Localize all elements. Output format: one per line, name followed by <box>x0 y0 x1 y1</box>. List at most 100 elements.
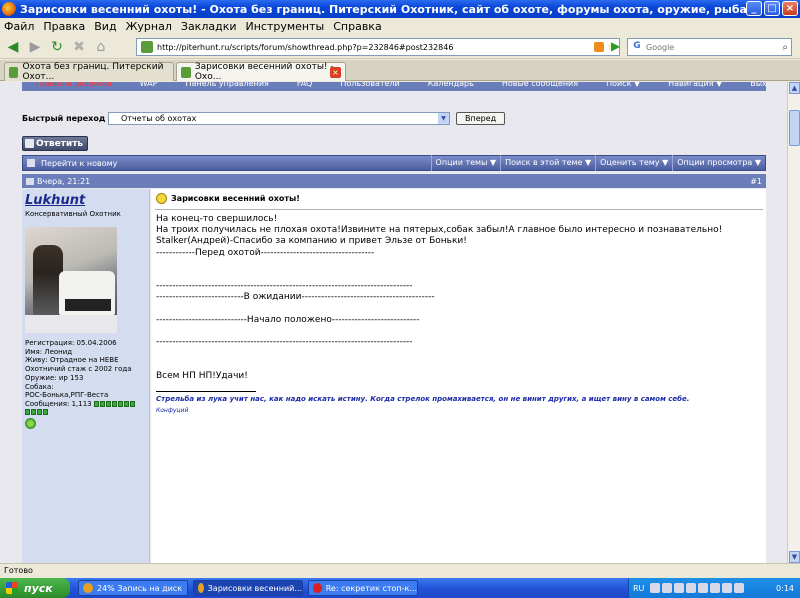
tray-icon[interactable] <box>722 583 733 593</box>
reload-icon[interactable]: ↻ <box>48 38 66 56</box>
user-details: Регистрация: 05.04.2006 Имя: Леонид Живу… <box>25 339 147 409</box>
search-icon[interactable]: ⌕ <box>782 42 788 53</box>
page-viewport: Правила форумов WAP Панель управления FA… <box>0 82 787 563</box>
chevron-down-icon[interactable]: ▼ <box>438 113 449 124</box>
signature: Стрельба из лука учит нас, как надо иска… <box>156 395 690 403</box>
post-header: Вчера, 21:21 #1 <box>22 174 766 188</box>
nav-navigation[interactable]: Навигация ▼ <box>654 82 736 91</box>
task-opera[interactable]: Re: секретик стоп-к... <box>308 580 418 596</box>
menu-file[interactable]: Файл <box>4 20 34 33</box>
quick-jump-label: Быстрый переход <box>22 114 106 123</box>
username-link[interactable]: Lukhunt <box>25 193 85 208</box>
home-icon[interactable]: ⌂ <box>92 38 110 56</box>
site-favicon-icon <box>141 41 153 53</box>
post-old-icon <box>26 177 34 185</box>
go-button[interactable]: Вперед <box>456 112 506 125</box>
tray-icon[interactable] <box>662 583 673 593</box>
forum-select-value: Отчеты об охотах <box>121 114 197 123</box>
status-bar: Готово <box>0 563 800 578</box>
user-location: Живу: Отрадное на НЕВЕ <box>25 356 119 365</box>
google-icon[interactable]: G <box>630 41 644 53</box>
rss-feed-icon[interactable] <box>594 42 605 52</box>
post-number-link[interactable]: #1 <box>750 177 762 186</box>
scroll-down-icon[interactable]: ▼ <box>789 551 800 563</box>
language-indicator[interactable]: RU <box>633 584 644 593</box>
avatar[interactable] <box>25 227 117 333</box>
forward-arrow-icon[interactable]: ▶ <box>26 38 44 56</box>
tray-icon[interactable] <box>734 583 745 593</box>
divider <box>155 209 763 210</box>
forum-select[interactable]: Отчеты об охотах ▼ <box>108 112 450 125</box>
tab-label: Зарисовки весенний охоты! - Охо... <box>194 62 334 82</box>
url-bar[interactable]: http://piterhunt.ru/scripts/forum/showth… <box>136 38 620 56</box>
reputation-bar <box>93 400 135 407</box>
reply-label: Ответить <box>36 138 84 149</box>
url-text[interactable]: http://piterhunt.ru/scripts/forum/showth… <box>157 43 594 52</box>
tab-current-thread[interactable]: Зарисовки весенний охоты! - Охо... × <box>176 62 346 82</box>
thread-options-menu[interactable]: Опции темы ▼ <box>430 155 501 171</box>
window-title: Зарисовки весенний охоты! - Охота без гр… <box>20 2 750 16</box>
menu-tools[interactable]: Инструменты <box>246 20 325 33</box>
window-titlebar[interactable]: Зарисовки весенний охоты! - Охота без гр… <box>0 0 800 18</box>
post-body: На конец-то свершилось! На троих получил… <box>156 214 723 381</box>
maximize-button[interactable]: □ <box>764 1 780 16</box>
menu-view[interactable]: Вид <box>94 20 116 33</box>
rate-thread-menu[interactable]: Оценить тему ▼ <box>595 155 672 171</box>
nav-search[interactable]: Поиск ▼ <box>592 82 654 91</box>
windows-logo-icon <box>6 582 18 594</box>
post-title: Зарисовки весенний охоты! <box>156 193 300 204</box>
firefox-icon <box>198 583 204 593</box>
go-to-new-link[interactable]: Перейти к новому <box>23 159 431 168</box>
tab-forum-home[interactable]: Охота без границ. Питерский Охот... <box>4 62 174 82</box>
search-bar[interactable]: G ⌕ <box>627 38 792 56</box>
user-real-name: Имя: Леонид <box>25 347 73 356</box>
task-icon <box>83 583 93 593</box>
back-arrow-icon[interactable]: ◀ <box>4 38 22 56</box>
start-button[interactable]: пуск <box>0 578 70 598</box>
minimize-button[interactable]: _ <box>746 1 762 16</box>
search-thread-menu[interactable]: Поиск в этой теме ▼ <box>500 155 595 171</box>
stop-icon[interactable]: ✖ <box>70 38 88 56</box>
tray-icon[interactable] <box>674 583 685 593</box>
search-input[interactable] <box>646 42 766 52</box>
user-dog-label: Собака: <box>25 382 54 391</box>
tray-icon[interactable] <box>686 583 697 593</box>
menu-bar: Файл Правка Вид Журнал Закладки Инструме… <box>0 18 800 35</box>
menu-history[interactable]: Журнал <box>126 20 172 33</box>
tray-icon[interactable] <box>710 583 721 593</box>
system-tray: RU 0:14 <box>628 578 800 598</box>
tray-icon[interactable] <box>650 583 661 593</box>
menu-bookmarks[interactable]: Закладки <box>181 20 237 33</box>
taskbar: пуск 24% Запись на диск Зарисовки весенн… <box>0 578 800 598</box>
reply-icon <box>25 139 34 148</box>
user-weapon: Оружие: ир 153 <box>25 373 84 382</box>
nav-wap[interactable]: WAP <box>126 82 172 91</box>
nav-rules[interactable]: Правила форумов <box>22 82 126 91</box>
first-unread-icon <box>27 159 35 167</box>
user-info-column: Lukhunt Консервативный Охотник Регистрац… <box>22 189 150 563</box>
scroll-up-icon[interactable]: ▲ <box>789 82 800 94</box>
nav-new-posts[interactable]: Новые сообщения <box>488 82 592 91</box>
reply-button[interactable]: Ответить <box>22 136 88 151</box>
reputation-bar-extra <box>25 409 48 415</box>
task-disc-burn[interactable]: 24% Запись на диск <box>78 580 188 596</box>
scroll-thumb[interactable] <box>789 110 800 146</box>
user-experience: Охотничий стаж с 2002 года <box>25 365 132 374</box>
display-options-menu[interactable]: Опции просмотра ▼ <box>672 155 765 171</box>
quick-jump: Быстрый переход Отчеты об охотах ▼ Впере… <box>22 112 506 125</box>
tray-icon[interactable] <box>698 583 709 593</box>
go-arrow-icon[interactable]: ▶ <box>611 39 627 55</box>
tab-strip: Охота без границ. Питерский Охот... Зари… <box>0 60 800 82</box>
close-button[interactable]: × <box>782 1 798 16</box>
nav-members[interactable]: Пользователи <box>326 82 413 91</box>
nav-logout[interactable]: Выход <box>736 82 766 91</box>
start-label: пуск <box>24 581 53 595</box>
menu-help[interactable]: Справка <box>333 20 381 33</box>
nav-control-panel[interactable]: Панель управления <box>171 82 282 91</box>
nav-calendar[interactable]: Календарь <box>414 82 488 91</box>
nav-faq[interactable]: FAQ <box>283 82 327 91</box>
vertical-scrollbar[interactable]: ▲ ▼ <box>787 82 800 563</box>
task-firefox[interactable]: Зарисовки весенний... <box>193 580 303 596</box>
menu-edit[interactable]: Правка <box>43 20 85 33</box>
tab-close-icon[interactable]: × <box>330 66 341 78</box>
